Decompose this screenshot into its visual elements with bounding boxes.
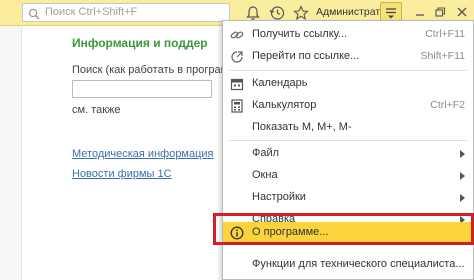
restore-window-icon[interactable] — [432, 4, 448, 20]
menu-item-file[interactable]: Файл — [223, 143, 473, 165]
menu-item-show-m[interactable]: Показать М, М+, М- — [223, 117, 473, 139]
menu-item-settings[interactable]: Настройки — [223, 187, 473, 209]
help-search-label: Поиск (как работать в програм — [72, 64, 229, 76]
menu-separator — [229, 140, 467, 141]
submenu-arrow-icon — [460, 172, 465, 180]
calculator-icon — [230, 99, 244, 113]
menu-item-get-link[interactable]: Получить ссылку... Ctrl+F11 — [223, 24, 473, 46]
submenu-arrow-icon — [460, 150, 465, 158]
menu-item-calculator[interactable]: Калькулятор Ctrl+F2 — [223, 95, 473, 117]
page-title: Информация и поддер — [72, 36, 208, 50]
submenu-arrow-icon — [460, 194, 465, 202]
methodical-info-link[interactable]: Методическая информация — [72, 148, 214, 160]
global-search-input[interactable]: Поиск Ctrl+Shift+F — [22, 3, 230, 22]
search-placeholder: Поиск Ctrl+Shift+F — [45, 6, 138, 18]
minimize-window-button[interactable] — [412, 4, 428, 20]
company-news-link[interactable]: Новости фирмы 1С — [72, 168, 172, 180]
menu-item-go-to-link[interactable]: Перейти по ссылке... Shift+F11 — [223, 46, 473, 68]
menu-item-technical-functions[interactable]: Функции для технического специалиста... — [223, 254, 473, 276]
menu-item-about[interactable]: О программе... — [223, 222, 473, 244]
main-menu-dropdown: Получить ссылку... Ctrl+F11 Перейти по с… — [222, 20, 474, 280]
menu-item-windows[interactable]: Окна — [223, 165, 473, 187]
go-to-link-icon — [230, 50, 244, 64]
close-icon[interactable] — [454, 4, 470, 20]
left-panel — [0, 26, 22, 280]
search-icon — [28, 7, 40, 25]
menu-item-calendar[interactable]: Календарь — [223, 73, 473, 95]
info-icon — [230, 226, 244, 240]
calendar-icon — [230, 77, 244, 91]
menu-separator — [229, 70, 467, 71]
help-search-input[interactable] — [72, 80, 212, 98]
see-also-label: см. также — [72, 104, 121, 116]
link-icon — [230, 28, 244, 42]
